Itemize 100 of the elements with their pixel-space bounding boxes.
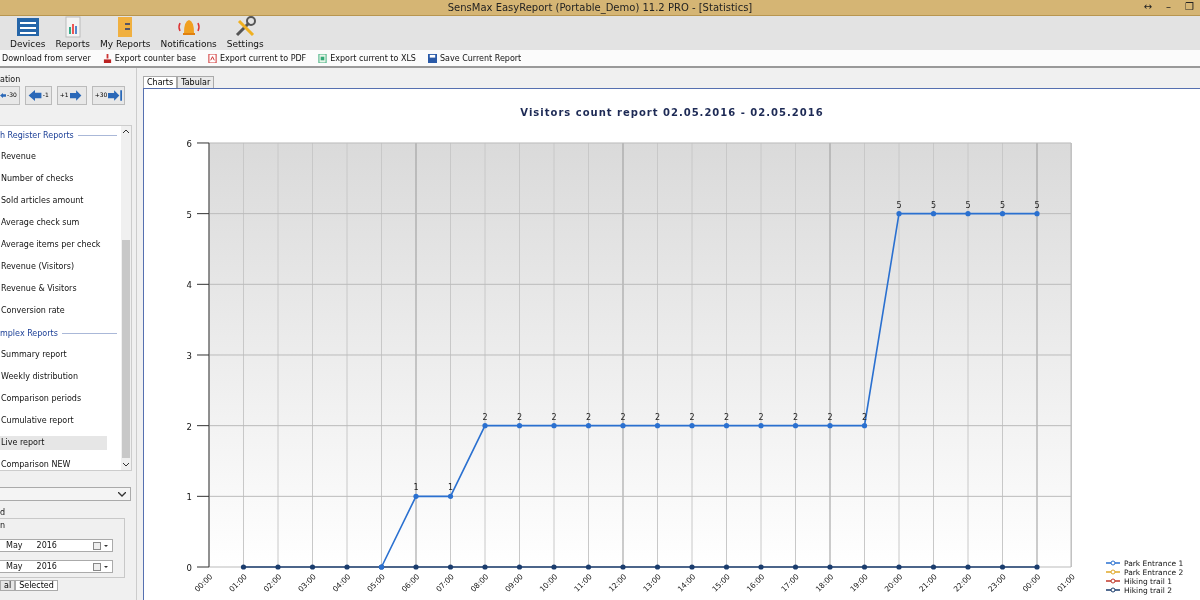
scroll-up-icon[interactable] (123, 129, 129, 133)
tab[interactable]: Tabular (177, 76, 215, 88)
data-point (620, 423, 626, 429)
report-item[interactable]: Comparison periods (0, 392, 107, 406)
list-group-header: mplex Reports (0, 328, 58, 338)
data-point (896, 211, 902, 217)
tab[interactable]: Selected (15, 580, 58, 591)
y-tick-label: 1 (186, 492, 192, 503)
data-point (689, 564, 695, 570)
y-tick-label: 3 (186, 351, 192, 361)
command-button[interactable]: Export current to PDF (205, 53, 309, 63)
report-item[interactable]: Cumulative report (0, 414, 107, 428)
y-tick-label: 4 (186, 280, 192, 291)
chart-title: Visitors count report 02.05.2016 - 02.05.2016 (520, 107, 824, 118)
report-item[interactable]: Conversion rate (0, 304, 107, 318)
y-tick-label: 5 (186, 209, 192, 220)
data-label: 2 (758, 412, 764, 422)
tab[interactable]: Charts (143, 76, 178, 88)
command-button[interactable]: Export counter base (100, 53, 198, 63)
data-point (551, 564, 557, 570)
report-item[interactable]: Revenue (0, 150, 107, 164)
toolbar-button[interactable]: My Reports (98, 15, 153, 50)
data-point (896, 564, 902, 570)
report-item[interactable]: Number of checks (0, 172, 107, 186)
data-point (792, 564, 799, 570)
calendar-dropdown-icon (93, 541, 109, 550)
date-field[interactable]: May 2016 (0, 539, 113, 552)
data-label: 5 (1034, 200, 1040, 210)
field-label: n (0, 521, 7, 531)
spreadsheet-icon (318, 53, 328, 63)
report-item[interactable]: Comparison NEW (0, 458, 107, 472)
window-control[interactable]: ❐ (1183, 0, 1196, 14)
right-arrow-icon (69, 89, 84, 101)
scroll-down-icon[interactable] (123, 463, 129, 467)
group-label: ation (0, 75, 21, 85)
data-label: 5 (999, 200, 1006, 210)
toolbar-button[interactable]: Reports (53, 15, 92, 50)
report-item[interactable]: Revenue & Visitors (0, 282, 107, 296)
report-item[interactable]: Average items per check (0, 238, 107, 252)
legend-marker (1105, 587, 1121, 593)
date-field[interactable]: May 2016 (0, 560, 113, 573)
data-label: 5 (896, 200, 902, 210)
data-point (723, 423, 730, 429)
legend-marker (1105, 569, 1121, 575)
legend-marker (1105, 560, 1121, 566)
data-label: 2 (654, 412, 661, 422)
calendar-dropdown-icon (93, 562, 109, 571)
data-label: 2 (723, 412, 730, 422)
data-point (999, 564, 1006, 570)
data-point (827, 564, 833, 570)
toolbar-button[interactable]: Notifications (158, 15, 219, 50)
data-point (309, 564, 316, 570)
data-point (792, 423, 799, 429)
data-point (758, 564, 764, 570)
report-item[interactable]: Sold articles amount (0, 194, 107, 208)
data-point (1034, 564, 1040, 570)
data-point (654, 423, 661, 429)
data-point (516, 564, 523, 570)
report-item[interactable]: Live report (0, 436, 107, 450)
window-control[interactable]: ↔ (1141, 0, 1155, 14)
data-point (827, 423, 833, 429)
save-icon (427, 53, 437, 63)
data-point (482, 423, 488, 429)
toolbar-button[interactable]: Settings (224, 15, 266, 50)
data-point (585, 564, 592, 570)
toolbar-button[interactable]: Devices (8, 15, 48, 50)
data-label: 2 (620, 412, 626, 422)
data-label: 2 (861, 412, 868, 422)
report-item[interactable]: Revenue (Visitors) (0, 260, 107, 274)
command-button[interactable]: Download from server (0, 53, 93, 63)
data-point (620, 564, 626, 570)
report-item[interactable]: Average check sum (0, 216, 107, 230)
export-icon (102, 53, 112, 63)
data-point (585, 423, 592, 429)
command-button[interactable]: Save Current Report (425, 53, 524, 63)
data-point (344, 564, 350, 570)
y-tick-label: 6 (186, 139, 192, 149)
data-point (723, 564, 730, 570)
report-item[interactable]: Weekly distribution (0, 370, 107, 384)
skip-end-icon (108, 89, 123, 101)
left-arrow-icon (27, 89, 42, 101)
data-point (861, 564, 868, 570)
data-label: 2 (516, 412, 523, 422)
group-label: d (0, 508, 6, 518)
data-label: 2 (551, 412, 557, 422)
data-label: 5 (930, 200, 937, 210)
y-tick-label: 2 (186, 421, 192, 432)
list-group-header: h Register Reports (0, 130, 74, 140)
data-label: 2 (482, 412, 488, 422)
tab[interactable]: al (0, 580, 16, 591)
data-point (482, 564, 488, 570)
command-button[interactable]: Export current to XLS (316, 53, 418, 63)
scrollbar[interactable] (121, 126, 131, 470)
data-point (930, 564, 937, 570)
data-label: 2 (792, 412, 799, 422)
report-item[interactable]: Summary report (0, 348, 107, 362)
data-point (413, 493, 419, 499)
data-label: 2 (585, 412, 592, 422)
window-control[interactable]: – (1164, 0, 1174, 14)
data-label: 2 (689, 412, 695, 422)
